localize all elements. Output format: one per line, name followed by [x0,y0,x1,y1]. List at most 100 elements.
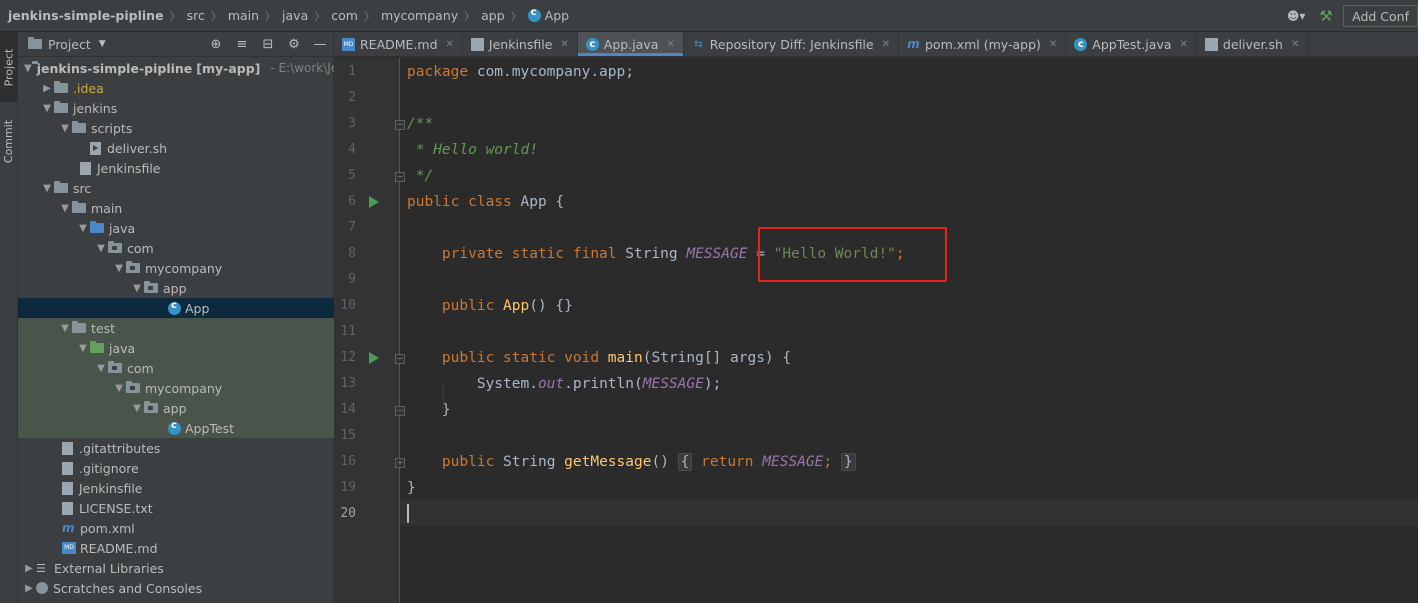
breadcrumb-mycompany[interactable]: mycompany [381,8,458,23]
breadcrumb-main[interactable]: main [228,8,259,23]
tree-item-jenkinsfile-inner[interactable]: Jenkinsfile [18,158,334,178]
chevron-down-icon[interactable]: ▼ [112,263,126,274]
tab-apptest[interactable]: c AppTest.java ✕ [1066,32,1197,56]
fold-icon[interactable]: − [395,406,405,416]
chevron-down-icon[interactable]: ▼ [76,223,90,234]
chevron-down-icon[interactable]: ▼ [58,323,72,334]
close-icon[interactable]: ✕ [1180,39,1188,50]
chevron-down-icon[interactable]: ▼ [112,383,126,394]
user-icon[interactable]: ☻▾ [1283,5,1309,27]
breadcrumb-java[interactable]: java [282,8,308,23]
chevron-down-icon[interactable]: ▼ [94,243,108,254]
tree-item-license[interactable]: LICENSE.txt [18,498,334,518]
tree-label: Jenkinsfile [79,480,143,496]
tree-item-test[interactable]: ▼ test [18,318,334,338]
breadcrumb-project[interactable]: jenkins-simple-pipline [8,8,164,23]
tree-item-main-java[interactable]: ▼ java [18,218,334,238]
tab-repository-diff[interactable]: ⇆ Repository Diff: Jenkinsfile ✕ [684,32,899,56]
commit-tool-label: Commit [2,119,16,163]
chevron-right-icon[interactable]: ▶ [22,583,36,594]
gear-icon[interactable]: ⚙ [281,37,307,52]
tree-item-app-class[interactable]: App [18,298,334,318]
tree-item-test-mycompany[interactable]: ▼ mycompany [18,378,334,398]
tab-readme[interactable]: MD README.md ✕ [334,32,463,56]
tree-item-test-com[interactable]: ▼ com [18,358,334,378]
tree-item-main[interactable]: ▼ main [18,198,334,218]
tree-item-main-mycompany[interactable]: ▼ mycompany [18,258,334,278]
tree-item-idea[interactable]: ▶ .idea [18,78,334,98]
tree-item-apptest-class[interactable]: AppTest [18,418,334,438]
breadcrumb-src[interactable]: src [187,8,205,23]
chevron-down-icon[interactable]: ▼ [40,183,54,194]
tree-item-src[interactable]: ▼ src [18,178,334,198]
chevron-right-icon[interactable]: ▶ [22,563,36,574]
folded-block-start[interactable]: { [677,453,693,471]
tree-label: com [127,360,154,376]
tree-item-deliver-sh[interactable]: deliver.sh [18,138,334,158]
code-line-12: public static void main(String[] args) { [407,345,791,371]
fold-icon[interactable]: − [395,120,405,130]
method-name: main [599,350,643,366]
tree-item-pom[interactable]: m pom.xml [18,518,334,538]
breadcrumb-com[interactable]: com [331,8,358,23]
close-icon[interactable]: ✕ [1049,39,1057,50]
close-icon[interactable]: ✕ [1291,39,1299,50]
minimize-icon[interactable]: — [307,37,333,52]
tab-deliver-sh[interactable]: deliver.sh ✕ [1197,32,1309,56]
breadcrumb-app[interactable]: app [481,8,505,23]
tree-item-main-app[interactable]: ▼ app [18,278,334,298]
tree-item-main-com[interactable]: ▼ com [18,238,334,258]
toolbar-right: ☻▾ ⚒ Add Conf [1283,0,1418,32]
chevron-right-icon[interactable]: ▶ [40,83,54,94]
chevron-down-icon[interactable]: ▼ [76,343,90,354]
folded-block-end[interactable]: } [840,453,856,471]
fold-icon[interactable]: + [395,458,405,468]
chevron-down-icon[interactable]: ▼ [130,283,144,294]
tree-item-scratches[interactable]: ▶ Scratches and Consoles [18,578,334,598]
tree-item-test-java[interactable]: ▼ java [18,338,334,358]
chevron-down-icon[interactable]: ▼ [99,39,106,49]
tab-app-java[interactable]: c App.java ✕ [577,32,684,56]
tree-item-jenkins[interactable]: ▼ jenkins [18,98,334,118]
tab-pom[interactable]: m pom.xml (my-app) ✕ [899,32,1067,56]
build-hammer-icon[interactable]: ⚒ [1313,5,1339,27]
tree-item-root[interactable]: ▼ jenkins-simple-pipline [my-app] - E:\wor… [18,58,346,78]
tree-item-readme[interactable]: MD README.md [18,538,334,558]
chevron-down-icon[interactable]: ▼ [130,403,144,414]
project-tool-tab[interactable]: Project [0,32,18,102]
tree-item-jenkinsfile[interactable]: Jenkinsfile [18,478,334,498]
chevron-down-icon[interactable]: ▼ [94,363,108,374]
close-icon[interactable]: ✕ [666,39,674,50]
tree-item-gitignore[interactable]: .gitignore [18,458,334,478]
breadcrumb-class[interactable]: App [545,8,569,23]
chevron-down-icon[interactable]: ▼ [40,103,54,114]
fold-icon[interactable]: − [395,172,405,182]
tree-item-scripts[interactable]: ▼ scripts [18,118,334,138]
close-icon[interactable]: ✕ [560,39,568,50]
chevron-down-icon[interactable]: ▼ [58,123,72,134]
close-icon[interactable]: ✕ [882,39,890,50]
file-icon [470,37,484,51]
run-icon[interactable] [369,196,379,208]
tree-item-test-app[interactable]: ▼ app [18,398,334,418]
commit-tool-tab[interactable]: Commit [0,108,18,174]
chevron-down-icon[interactable]: ▼ [24,63,32,74]
line-number: 14 [340,402,356,417]
close-icon[interactable]: ✕ [446,39,454,50]
line-number: 10 [340,298,356,313]
chevron-right-icon: 〉 [169,9,181,23]
locate-target-icon[interactable]: ⊕ [203,37,229,52]
tree-item-external-libraries[interactable]: ▶ ☰ External Libraries [18,558,334,578]
chevron-down-icon[interactable]: ▼ [58,203,72,214]
project-tool-label: Project [2,48,16,86]
project-panel-title[interactable]: Project [48,37,91,52]
fold-icon[interactable]: − [395,354,405,364]
collapse-all-icon[interactable]: ⊟ [255,37,281,52]
tree-label: app [163,280,187,296]
run-icon[interactable] [369,352,379,364]
tab-jenkinsfile[interactable]: Jenkinsfile ✕ [463,32,578,56]
code-editor[interactable]: 1 2 3 4 5 6 7 8 9 10 11 12 13 14 15 16 1… [334,58,1418,603]
tree-item-gitattributes[interactable]: .gitattributes [18,438,334,458]
expand-all-icon[interactable]: ≡ [229,37,255,52]
add-configuration-button[interactable]: Add Conf [1343,5,1418,27]
